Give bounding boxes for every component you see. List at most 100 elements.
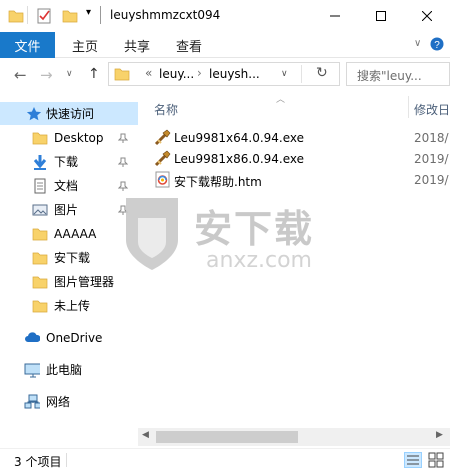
watermark-logo: 安下载 anxz.com [116, 190, 346, 280]
installer-exe-icon [154, 129, 171, 146]
forward-arrow-icon[interactable]: → [40, 66, 53, 84]
file-name: Leu9981x86.0.94.exe [174, 152, 305, 166]
sidebar-item-desktop[interactable]: Desktop [0, 126, 138, 149]
overflow-crumbs-icon[interactable]: « [145, 66, 152, 80]
sidebar-item-onedrive[interactable]: OneDrive [0, 326, 138, 349]
watermark-title: 安下载 [194, 207, 315, 251]
ribbon-tabs: 文件 主页 共享 查看 ∨ ? [0, 32, 450, 58]
installer-exe-icon [154, 150, 171, 167]
sidebar-item-label: 图片 [54, 203, 79, 217]
back-arrow-icon[interactable]: ← [14, 66, 27, 84]
folder-icon [32, 252, 48, 264]
large-icons-view-icon[interactable] [428, 452, 444, 468]
new-folder-icon[interactable] [62, 8, 78, 24]
pictures-icon [32, 204, 48, 215]
breadcrumb-separator-icon: › [197, 66, 202, 80]
sidebar-item-label: 快速访问 [46, 107, 95, 121]
sidebar-item-label: 安下载 [54, 251, 91, 265]
minimize-icon [330, 15, 340, 17]
maximize-icon [376, 11, 386, 21]
file-date: 2019/ [414, 152, 449, 166]
sidebar-item-label: Desktop [54, 130, 104, 145]
sidebar-item-label: 此电脑 [46, 363, 83, 377]
horizontal-scrollbar[interactable]: ◀ ▶ [138, 428, 450, 446]
watermark-url: anxz.com [206, 248, 312, 273]
sort-ascending-icon: ︿ [276, 95, 286, 105]
sidebar-item-label: 下载 [54, 155, 79, 169]
sidebar-item-downloads[interactable]: 下载 [0, 150, 138, 173]
folder-icon [8, 10, 24, 23]
sidebar-item-this-pc[interactable]: 此电脑 [0, 358, 138, 381]
maximize-button[interactable] [358, 0, 404, 32]
file-date: 2019/ [414, 173, 449, 187]
tab-home[interactable]: 主页 [72, 32, 98, 58]
scroll-right-icon[interactable]: ▶ [436, 430, 443, 440]
customize-quick-access-chevron-icon[interactable]: ▾ [86, 7, 91, 18]
sidebar-item-label: OneDrive [46, 330, 103, 345]
tab-share[interactable]: 共享 [124, 32, 150, 58]
file-row[interactable]: Leu9981x86.0.94.exe 2019/ [154, 149, 450, 169]
separator [66, 453, 67, 467]
download-arrow-icon [33, 154, 47, 170]
pin-icon[interactable] [118, 133, 128, 143]
up-arrow-icon[interactable]: ↑ [88, 66, 100, 82]
status-bar: 3 个项目 [0, 448, 450, 470]
htm-file-icon [155, 171, 170, 188]
computer-icon [24, 363, 40, 377]
search-input[interactable]: 搜索"leuy... [357, 67, 422, 84]
refresh-icon[interactable]: ↻ [316, 65, 328, 81]
cloud-icon [25, 331, 40, 342]
folder-icon [32, 300, 48, 312]
address-bar[interactable]: « leuy... › leuysh... ∨ ↻ [108, 62, 340, 86]
separator [27, 6, 28, 24]
svg-text:?: ? [434, 40, 440, 51]
column-header-date-modified[interactable]: 修改日 [414, 101, 450, 118]
file-row[interactable]: 安下载帮助.htm 2019/ [154, 170, 450, 190]
tab-file[interactable]: 文件 [0, 32, 55, 58]
file-name: Leu9981x64.0.94.exe [174, 131, 305, 145]
file-date: 2018/ [414, 131, 449, 145]
file-name: 安下载帮助.htm [174, 175, 262, 189]
sidebar-item-label: 未上传 [54, 299, 91, 313]
sidebar-item-label: AAAAA [54, 226, 97, 241]
details-view-icon[interactable] [404, 452, 422, 468]
pin-icon[interactable] [118, 181, 128, 191]
navigation-bar: ← → ∨ ↑ « leuy... › leuysh... ∨ ↻ 搜索"leu… [0, 58, 450, 92]
breadcrumb-item[interactable]: leuy... [159, 67, 194, 81]
sidebar-item-quick-access[interactable]: 快速访问 [0, 102, 138, 125]
folder-icon [32, 132, 48, 144]
folder-icon [114, 68, 130, 81]
close-button[interactable] [404, 0, 450, 32]
tab-view[interactable]: 查看 [176, 32, 202, 58]
close-icon [422, 11, 432, 21]
sidebar-item-label: 文档 [54, 179, 79, 193]
column-separator[interactable] [408, 96, 409, 118]
separator [301, 65, 302, 83]
sidebar-item-not-uploaded[interactable]: 未上传 [0, 294, 138, 317]
window-title: leuyshmmzcxt094 [110, 8, 221, 22]
title-bar: ▾ leuyshmmzcxt094 [0, 0, 450, 32]
sidebar-item-label: 网络 [46, 395, 71, 409]
column-header-name[interactable]: 名称 [154, 101, 178, 118]
sidebar-item-network[interactable]: 网络 [0, 390, 138, 413]
scroll-thumb[interactable] [156, 431, 298, 443]
separator [100, 6, 101, 24]
pin-icon[interactable] [118, 157, 128, 167]
expand-ribbon-chevron-icon[interactable]: ∨ [414, 38, 421, 49]
sidebar-item-label: 图片管理器 [54, 275, 115, 289]
breadcrumb-item[interactable]: leuysh... [209, 67, 260, 81]
star-icon [26, 106, 42, 120]
folder-icon [32, 228, 48, 240]
address-dropdown-chevron-icon[interactable]: ∨ [281, 69, 288, 79]
document-icon [34, 178, 46, 193]
properties-icon[interactable] [36, 8, 52, 24]
folder-icon [32, 276, 48, 288]
recent-locations-chevron-icon[interactable]: ∨ [66, 69, 73, 79]
scroll-left-icon[interactable]: ◀ [142, 430, 149, 440]
help-icon[interactable]: ? [430, 37, 444, 51]
network-icon [24, 394, 40, 408]
minimize-button[interactable] [312, 0, 358, 32]
item-count: 3 个项目 [14, 455, 62, 469]
file-row[interactable]: Leu9981x64.0.94.exe 2018/ [154, 128, 450, 148]
search-box[interactable]: 搜索"leuy... [346, 62, 450, 86]
